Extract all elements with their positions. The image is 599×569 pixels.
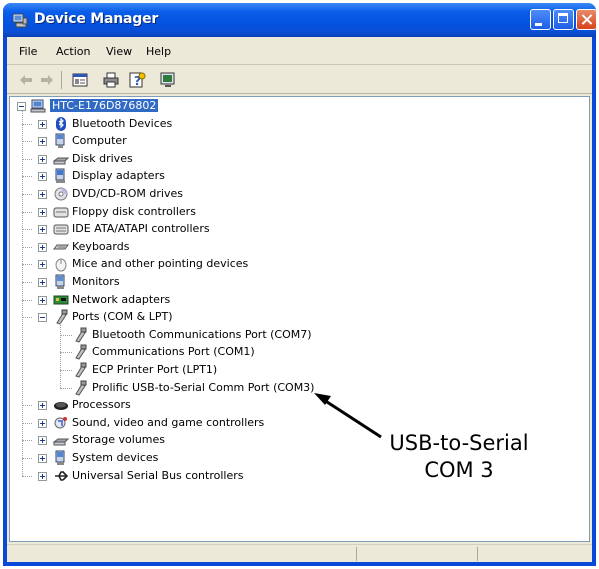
- callout-line-2: COM 3: [424, 458, 494, 482]
- callout-line-1: USB-to-Serial: [389, 431, 529, 455]
- callout-text: USB-to-Serial COM 3: [377, 430, 541, 484]
